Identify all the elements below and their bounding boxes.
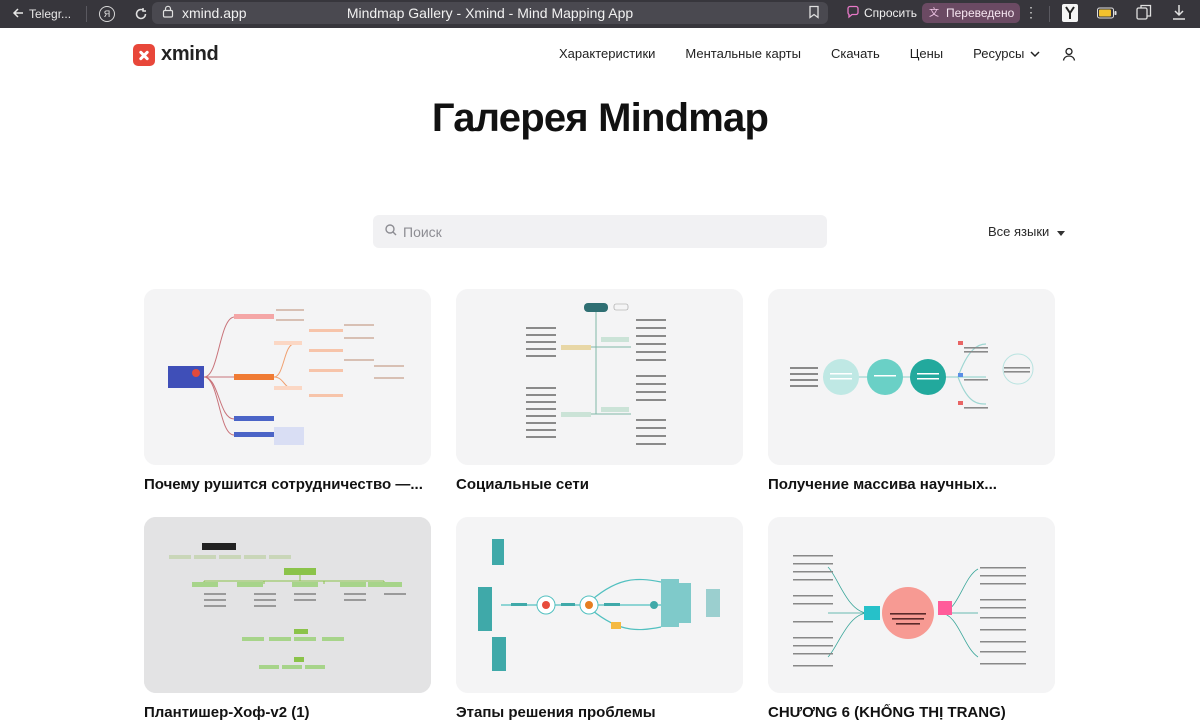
back-label: Telegr... [29,7,72,21]
gallery-card[interactable]: Этапы решения проблемы [456,517,743,721]
nav-features[interactable]: Характеристики [559,46,655,61]
reload-icon[interactable] [131,4,151,24]
card-title[interactable]: CHƯƠNG 6 (KHỔNG THỊ TRANG) [768,704,1055,721]
mindmap-thumbnail[interactable] [144,517,431,693]
back-button[interactable]: Telegr... [0,7,82,22]
caret-down-icon [1057,224,1066,239]
logo-text: xmind [161,43,219,65]
card-title[interactable]: Получение массива научных... [768,476,1055,493]
gallery-card[interactable]: Плантишер-Хоф-v2 (1) [144,517,431,721]
page-title: Галерея Mindmap [431,96,769,140]
extension-y-icon[interactable] [1062,4,1078,25]
browser-toolbar: Telegr... Я xmind.app Mindmap Gallery - … [0,0,1200,28]
page-tab-title: Mindmap Gallery - Xmind - Mind Mapping A… [346,5,634,21]
address-bar[interactable]: xmind.app Mindmap Gallery - Xmind - Mind… [152,2,828,24]
translated-badge[interactable]: 文 Переведено [922,3,1021,23]
gallery-card[interactable]: Почему рушится сотрудничество —... [144,289,431,493]
toolbar-divider [1049,6,1050,22]
main-nav: Характеристики Ментальные карты Скачать … [559,46,1076,61]
nav-mind-maps[interactable]: Ментальные карты [685,46,801,61]
xmind-logo[interactable]: xmind [133,43,219,66]
toolbar-divider [86,6,87,22]
bookmark-icon[interactable] [808,5,820,22]
gallery-card[interactable]: Социальные сети [456,289,743,493]
more-menu-icon[interactable]: ⋮ [1024,4,1038,21]
nav-resources-label: Ресурсы [973,46,1025,61]
card-title[interactable]: Почему рушится сотрудничество —... [144,476,431,493]
mindmap-thumbnail[interactable] [456,289,743,465]
collections-icon[interactable] [1136,4,1152,23]
mindmap-thumbnail[interactable] [768,517,1055,693]
language-select[interactable]: Все языки [988,224,1066,239]
card-title[interactable]: Социальные сети [456,476,743,493]
xmind-logo-icon [133,43,155,66]
mindmap-thumbnail[interactable] [456,517,743,693]
yandex-icon[interactable]: Я [99,6,115,22]
search-input[interactable] [403,223,803,240]
card-title[interactable]: Этапы решения проблемы [456,704,743,721]
nav-download[interactable]: Скачать [831,46,880,61]
search-icon [385,223,397,241]
search-box[interactable] [373,215,827,248]
arrow-left-icon [12,7,24,22]
translated-label: Переведено [946,6,1015,20]
language-select-label: Все языки [988,224,1050,239]
nav-resources[interactable]: Ресурсы [973,46,1040,61]
ask-label: Спросить [864,6,917,20]
mindmap-thumbnail[interactable] [144,289,431,465]
user-icon[interactable] [1062,47,1076,61]
gallery-card[interactable]: CHƯƠNG 6 (KHỔNG THỊ TRANG) [768,517,1055,721]
translate-icon: 文 [928,5,942,22]
gallery-card[interactable]: Получение массива научных... [768,289,1055,493]
ask-button[interactable]: Спросить [840,3,923,23]
battery-icon[interactable] [1097,7,1117,22]
download-icon[interactable] [1172,4,1186,23]
chat-sparkle-icon [846,5,860,22]
card-title[interactable]: Плантишер-Хоф-v2 (1) [144,704,431,721]
chevron-down-icon [1030,46,1040,61]
mindmap-thumbnail[interactable] [768,289,1055,465]
nav-pricing[interactable]: Цены [910,46,943,61]
svg-text:文: 文 [929,6,939,19]
